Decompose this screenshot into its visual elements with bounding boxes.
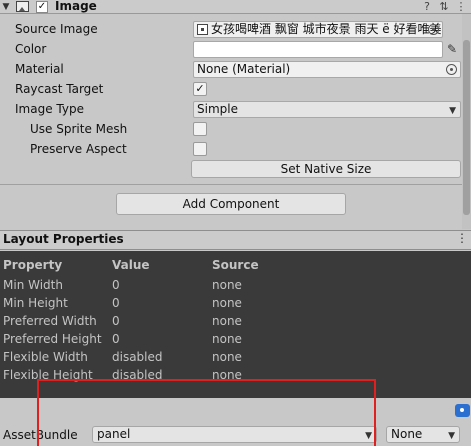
scrollbar-thumb[interactable]: [463, 40, 470, 215]
eyedropper-icon[interactable]: ✎: [447, 42, 457, 56]
use-sprite-mesh-checkbox[interactable]: [193, 122, 207, 136]
column-header-property: Property: [3, 258, 63, 272]
preserve-aspect-label: Preserve Aspect: [30, 142, 127, 156]
color-label: Color: [15, 42, 47, 56]
table-row-property: Min Width: [3, 278, 63, 292]
table-row-value: 0: [112, 296, 120, 310]
table-row-source: none: [212, 296, 242, 310]
table-row-value: 0: [112, 278, 120, 292]
help-icon[interactable]: ?: [420, 0, 434, 14]
color-field[interactable]: [193, 41, 443, 58]
component-title: Image: [55, 0, 97, 13]
annotation-highlight-rectangle: [37, 379, 376, 446]
foldout-arrow-icon[interactable]: ▼: [0, 1, 12, 13]
raycast-target-label: Raycast Target: [15, 82, 104, 96]
table-row-value: 0: [112, 314, 120, 328]
preset-icon[interactable]: ⇅: [437, 0, 451, 14]
image-type-dropdown[interactable]: Simple ▼: [193, 101, 461, 118]
chevron-down-icon: ▼: [448, 431, 455, 441]
component-menu-icon[interactable]: ⋮: [454, 0, 468, 14]
table-row-property: Min Height: [3, 296, 68, 310]
column-header-value: Value: [112, 258, 150, 272]
preserve-aspect-checkbox[interactable]: [193, 142, 207, 156]
asset-bundle-variant-value: None: [391, 427, 423, 441]
object-picker-icon[interactable]: [446, 64, 457, 75]
table-row-source: none: [212, 278, 242, 292]
material-field[interactable]: None (Material): [193, 61, 461, 78]
image-type-label: Image Type: [15, 102, 84, 116]
table-row-property: Preferred Width: [3, 314, 97, 328]
component-enabled-checkbox[interactable]: ✓: [36, 1, 48, 13]
image-type-value: Simple: [197, 102, 238, 116]
column-header-source: Source: [212, 258, 259, 272]
table-row-source: none: [212, 332, 242, 346]
section-divider: [0, 184, 462, 185]
source-image-label: Source Image: [15, 22, 98, 36]
tag-icon[interactable]: [455, 404, 470, 417]
material-label: Material: [15, 62, 64, 76]
layout-properties-title: Layout Properties: [3, 232, 124, 246]
chevron-down-icon: ▼: [449, 106, 456, 116]
table-row-source: none: [212, 350, 242, 364]
object-picker-icon[interactable]: [428, 24, 439, 35]
table-row-value: disabled: [112, 350, 163, 364]
source-image-field[interactable]: 女孩喝啤酒 飘窗 城市夜景 雨天 ё 好看唯美4: [193, 21, 443, 38]
layout-properties-menu-icon[interactable]: ⋮: [456, 231, 468, 245]
use-sprite-mesh-label: Use Sprite Mesh: [30, 122, 128, 136]
table-row-value: 0: [112, 332, 120, 346]
source-image-value: 女孩喝啤酒 飘窗 城市夜景 雨天 ё 好看唯美4: [211, 22, 443, 36]
image-component-icon: [16, 1, 29, 12]
material-value: None (Material): [197, 62, 291, 76]
asset-bundle-variant-dropdown[interactable]: None ▼: [386, 426, 460, 443]
table-row-property: Preferred Height: [3, 332, 102, 346]
table-row-source: none: [212, 314, 242, 328]
sprite-icon: [197, 24, 208, 35]
add-component-button[interactable]: Add Component: [116, 193, 346, 215]
set-native-size-button[interactable]: Set Native Size: [191, 160, 461, 178]
table-row-property: Flexible Width: [3, 350, 88, 364]
raycast-target-checkbox[interactable]: ✓: [193, 82, 207, 96]
